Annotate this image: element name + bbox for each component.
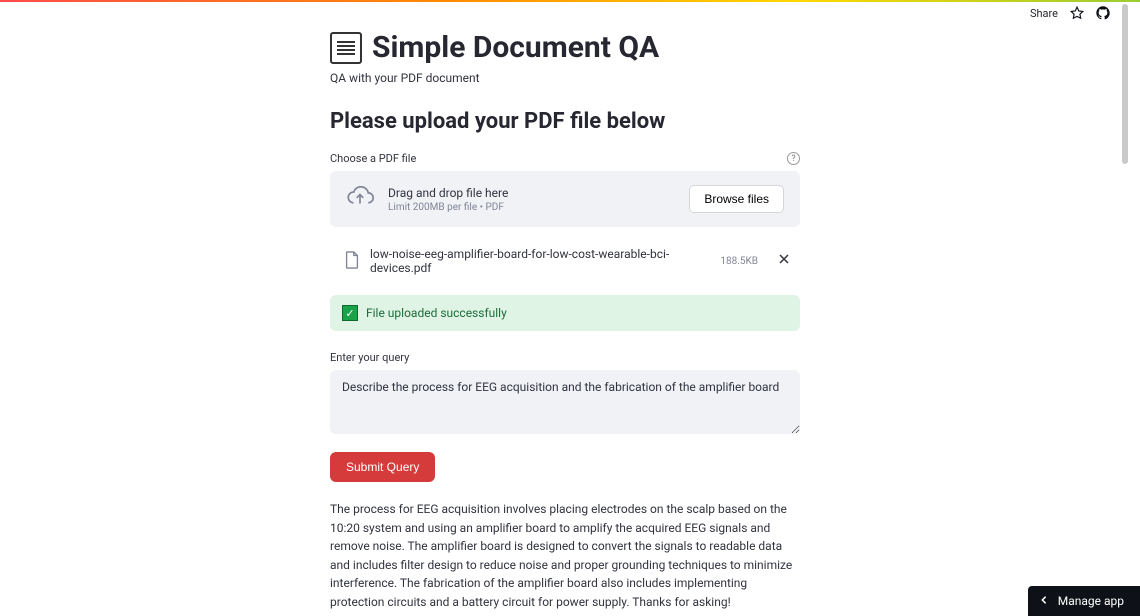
manage-app-label: Manage app — [1058, 594, 1124, 608]
browse-files-button[interactable]: Browse files — [689, 185, 784, 213]
uploaded-file-row: low-noise-eeg-amplifier-board-for-low-co… — [330, 241, 800, 281]
success-message: File uploaded successfully — [366, 306, 507, 320]
query-input[interactable] — [330, 370, 800, 434]
uploaded-file-name: low-noise-eeg-amplifier-board-for-low-co… — [370, 247, 710, 275]
document-icon — [330, 32, 362, 64]
remove-file-button[interactable] — [778, 253, 790, 269]
submit-query-button[interactable]: Submit Query — [330, 452, 435, 482]
file-uploader-label: Choose a PDF file ? — [330, 152, 800, 165]
app-subtitle: QA with your PDF document — [330, 71, 800, 85]
cloud-upload-icon — [346, 186, 374, 212]
chevron-left-icon — [1040, 594, 1048, 608]
manage-app-button[interactable]: Manage app — [1028, 586, 1140, 616]
upload-heading: Please upload your PDF file below — [330, 109, 800, 134]
check-icon: ✓ — [342, 305, 358, 321]
uploaded-file-size: 188.5KB — [720, 256, 758, 267]
scrollbar[interactable] — [1122, 4, 1128, 164]
answer-text: The process for EEG acquisition involves… — [330, 500, 800, 612]
choose-file-label: Choose a PDF file — [330, 152, 416, 165]
limit-text: Limit 200MB per file • PDF — [388, 202, 675, 213]
drop-text: Drag and drop file here — [388, 186, 675, 200]
file-icon — [344, 251, 360, 272]
app-title: Simple Document QA — [330, 30, 800, 65]
query-label: Enter your query — [330, 351, 800, 364]
help-icon[interactable]: ? — [787, 152, 800, 165]
file-dropzone[interactable]: Drag and drop file here Limit 200MB per … — [330, 171, 800, 227]
app-title-text: Simple Document QA — [372, 30, 659, 65]
success-banner: ✓ File uploaded successfully — [330, 295, 800, 331]
